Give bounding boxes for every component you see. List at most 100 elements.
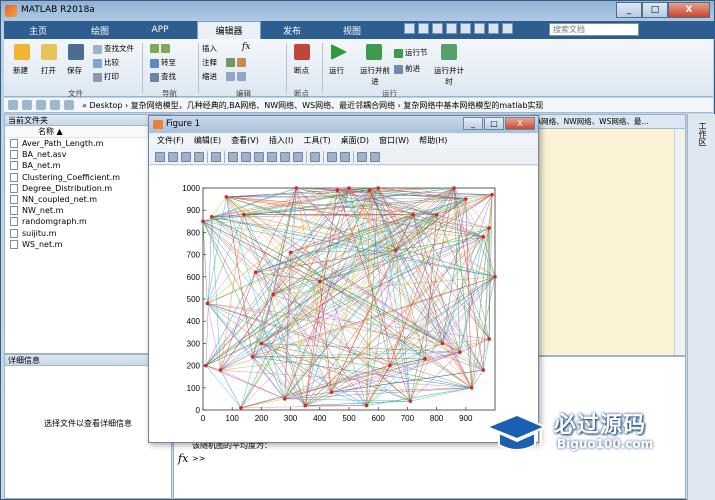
maximize-button[interactable]: □ (642, 2, 668, 18)
fx-icon[interactable]: fx (178, 452, 188, 465)
figure-maximize-button[interactable]: □ (484, 117, 504, 130)
file-list-item[interactable]: NN_coupled_net.m (5, 194, 171, 205)
tab-home[interactable]: 主页 (12, 21, 64, 39)
file-list-item[interactable]: BA_net.asv (5, 149, 171, 160)
zoom-in-icon[interactable] (228, 151, 238, 162)
run-advance-button[interactable]: 运行并前进 (359, 65, 391, 87)
search-docs-input[interactable]: 搜索文档 (549, 23, 639, 36)
legend-icon[interactable] (340, 151, 350, 162)
link-plot-icon[interactable] (310, 151, 320, 162)
y-tick-label: 700 (187, 251, 201, 260)
rotate-icon[interactable] (267, 151, 277, 162)
menu-edit[interactable]: 编辑(E) (194, 134, 221, 148)
file-list-item[interactable]: Aver_Path_Length.m (5, 138, 171, 149)
print-button[interactable]: 打印 (93, 71, 119, 82)
save-button[interactable]: 保存 (67, 65, 82, 76)
colorbar-icon[interactable] (327, 151, 337, 162)
file-list-item[interactable]: BA_net.m (5, 160, 171, 171)
back-arrow-icon[interactable] (8, 100, 18, 110)
name-column-header[interactable]: 名称 ▲ (5, 126, 171, 138)
zoom-out-icon[interactable] (241, 151, 251, 162)
save-quick-icon[interactable] (404, 23, 415, 34)
indent-button[interactable]: 缩进 (202, 71, 217, 82)
undo-quick-icon[interactable] (460, 23, 471, 34)
menu-desktop[interactable]: 桌面(D) (341, 134, 369, 148)
help-quick-icon[interactable] (502, 23, 513, 34)
run-button[interactable]: 运行 (329, 65, 344, 76)
data-cursor-icon[interactable] (280, 151, 290, 162)
goto-button[interactable]: 转至 (150, 57, 176, 68)
menu-window[interactable]: 窗口(W) (379, 134, 409, 148)
brush-icon[interactable] (293, 151, 303, 162)
tab-plots[interactable]: 绘图 (74, 21, 126, 39)
tab-publish[interactable]: 发布 (266, 21, 318, 39)
open-file-icon[interactable] (168, 151, 178, 162)
print-figure-icon[interactable] (194, 151, 204, 162)
matlab-logo-icon (5, 5, 17, 17)
comment-tools[interactable] (226, 57, 248, 67)
paste-quick-icon[interactable] (446, 23, 457, 34)
figure-minimize-button[interactable]: _ (463, 117, 483, 130)
tab-editor[interactable]: 编辑器 (197, 21, 261, 39)
menu-file[interactable]: 文件(F) (157, 134, 184, 148)
hide-plot-tools-icon[interactable] (357, 151, 367, 162)
file-list-item[interactable]: WS_net.m (5, 239, 171, 250)
file-name: BA_net.asv (22, 150, 67, 160)
find-file-button[interactable]: 查找文件 (93, 43, 134, 54)
switch-window-icon[interactable] (488, 23, 499, 34)
file-list-item[interactable]: NW_net.m (5, 205, 171, 216)
advance-button[interactable]: 前进 (394, 63, 420, 74)
new-figure-icon[interactable] (155, 151, 165, 162)
folder-up-icon[interactable] (36, 100, 46, 110)
redo-quick-icon[interactable] (474, 23, 485, 34)
cut-quick-icon[interactable] (418, 23, 429, 34)
compare-button[interactable]: 比较 (93, 57, 119, 68)
new-button[interactable]: 新建 (13, 65, 28, 76)
minimize-button[interactable]: _ (616, 2, 642, 18)
command-prompt[interactable]: >> (192, 454, 205, 463)
breakpoints-button[interactable]: 断点 (294, 65, 309, 76)
editor-file-tab[interactable]: A网络、NW网络、WS网络、最... (532, 115, 685, 129)
current-path[interactable]: « Desktop › 复杂网络模型，几种经典的,BA网络、NW网络、WS网络、… (82, 100, 543, 111)
browse-folder-icon[interactable] (50, 100, 60, 110)
nav-back-forward[interactable] (150, 43, 172, 53)
watermark-big-text: 必过源码 (554, 413, 647, 438)
folder-icon[interactable] (64, 100, 74, 110)
menu-view[interactable]: 查看(V) (231, 134, 259, 148)
pointer-icon[interactable] (211, 151, 221, 162)
file-list-item[interactable]: randomgraph.m (5, 216, 171, 227)
menu-insert[interactable]: 插入(I) (269, 134, 294, 148)
file-icon (10, 172, 18, 182)
menu-tools[interactable]: 工具(T) (303, 134, 330, 148)
network-node (481, 368, 486, 372)
pan-icon[interactable] (254, 151, 264, 162)
show-plot-tools-icon[interactable] (370, 151, 380, 162)
fx-insert-button[interactable]: fx (242, 42, 250, 52)
details-title: 详细信息 (5, 355, 171, 366)
tab-view[interactable]: 视图 (326, 21, 378, 39)
figure-close-button[interactable]: X (505, 117, 535, 130)
insert-button[interactable]: 插入 (202, 43, 217, 54)
menu-help[interactable]: 帮助(H) (419, 134, 447, 148)
editor-scrollbar[interactable] (674, 129, 683, 355)
close-button[interactable]: X (668, 2, 710, 18)
open-button[interactable]: 打开 (41, 65, 56, 76)
save-figure-icon[interactable] (181, 151, 191, 162)
forward-arrow-icon[interactable] (22, 100, 32, 110)
file-list-item[interactable]: Clustering_Coefficient.m (5, 172, 171, 183)
find-button[interactable]: 查找 (150, 71, 176, 82)
network-plot-svg[interactable]: 0 100 200 300 400 500 600 700 800 900 0 100 200 300 40… (149, 166, 538, 442)
workspace-title[interactable]: 工作区 (697, 122, 708, 146)
tab-apps[interactable]: APP (134, 21, 186, 39)
x-tick-label: 200 (255, 414, 269, 423)
copy-quick-icon[interactable] (432, 23, 443, 34)
file-list-item[interactable]: suijitu.m (5, 228, 171, 239)
network-node (209, 215, 214, 219)
indent-tools[interactable] (226, 71, 248, 81)
file-list-item[interactable]: Degree_Distribution.m (5, 183, 171, 194)
file-name: Clustering_Coefficient.m (22, 172, 120, 182)
comment-button[interactable]: 注释 (202, 57, 217, 68)
run-section-button[interactable]: 运行节 (394, 47, 428, 58)
run-and-time-button[interactable]: 运行并计时 (434, 65, 464, 87)
y-tick-label: 500 (187, 295, 201, 304)
